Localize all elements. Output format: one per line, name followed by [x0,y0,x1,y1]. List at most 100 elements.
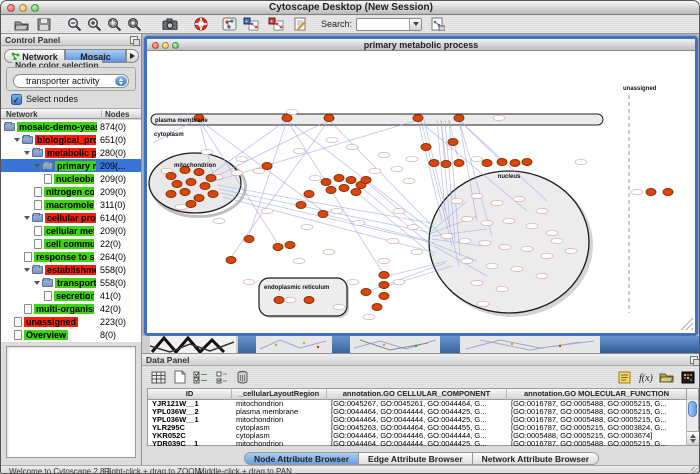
expand-arrow-icon[interactable] [24,151,30,155]
zoom-selected-icon[interactable] [106,16,123,32]
node[interactable] [213,218,225,223]
column-header[interactable]: annotation.GO MOLECULAR_FUNCTION [507,389,687,400]
node[interactable] [347,279,359,284]
node-highlighted[interactable] [379,282,389,289]
network-view-frame[interactable]: primary metabolic process plasma membran… [144,36,698,336]
node[interactable] [387,238,399,243]
node-highlighted[interactable] [497,159,507,166]
node[interactable] [286,109,298,114]
node-highlighted[interactable] [351,189,361,196]
node-highlighted[interactable] [273,244,283,251]
node[interactable] [551,238,563,243]
new-attr-icon[interactable] [171,369,188,385]
node[interactable] [363,314,375,319]
node[interactable] [391,166,403,171]
node[interactable] [369,168,381,173]
node-highlighted[interactable] [379,272,389,279]
node[interactable] [393,279,405,284]
node-highlighted[interactable] [262,163,272,170]
tree-row[interactable]: unassigned223(0) [1,315,141,328]
node[interactable] [541,253,553,258]
node[interactable] [503,218,515,223]
node[interactable] [491,200,503,205]
column-header[interactable]: _cellularLayoutRegion [232,389,327,400]
table-row[interactable]: YJR121W__1mitochondrion[GO:0045267, GO:0… [148,400,687,408]
node-highlighted[interactable] [304,191,314,198]
node[interactable] [546,230,558,235]
expand-arrow-icon[interactable] [34,281,40,285]
node[interactable] [353,220,365,225]
attr-table-icon[interactable] [150,369,167,385]
delete-attr-icon[interactable] [234,369,251,385]
node[interactable] [536,273,548,278]
frame-titlebar[interactable]: primary metabolic process [147,39,695,51]
select-attr-compact-icon[interactable] [213,369,230,385]
column-header[interactable]: annotation.GO CELLULAR_COMPONENT [327,389,507,400]
tree-row[interactable]: mosaic-demo-yeast874(0) [1,120,141,133]
table-row[interactable]: YPL036W__2plasma membrane[GO:0044464, GO… [148,408,687,416]
column-header-network[interactable]: Network [6,110,38,119]
tree-row[interactable]: Overview8(0) [1,328,141,341]
node-highlighted[interactable] [346,177,356,184]
node-highlighted[interactable] [361,289,371,296]
search-combobox[interactable] [356,18,422,31]
edit-nodes-icon[interactable]: + [242,16,259,32]
node-highlighted[interactable] [326,187,336,194]
node-highlighted[interactable] [296,202,306,209]
node-highlighted[interactable] [166,191,176,198]
node[interactable] [471,156,483,161]
node-highlighted[interactable] [646,189,656,196]
node-highlighted[interactable] [186,179,196,186]
tree-row[interactable]: secretion41(0) [1,289,141,302]
search-dropdown-button[interactable] [409,19,421,30]
scrollbar-thumb[interactable] [688,401,697,417]
open-session-icon[interactable] [13,16,30,32]
node[interactable] [378,152,390,157]
select-nodes-checkbox[interactable]: ✓ [11,94,22,105]
expand-arrow-icon[interactable] [24,216,30,220]
save-session-icon[interactable] [35,16,52,32]
node[interactable] [333,304,345,309]
tree-row[interactable]: cellular metabol209(0) [1,224,141,237]
tree-row[interactable]: primary metabol209(... [1,159,141,172]
node[interactable] [521,246,533,251]
node[interactable] [486,263,498,268]
node-highlighted[interactable] [429,160,439,167]
node[interactable] [575,159,587,164]
node[interactable] [284,297,296,302]
tree-row[interactable]: establishment of lo558(0) [1,263,141,276]
import-network-icon[interactable] [429,16,446,32]
node[interactable] [499,244,511,249]
node-highlighted[interactable] [339,185,349,192]
tree-row[interactable]: response to stimulu264(0) [1,250,141,263]
canvas-resize-grip[interactable] [681,318,693,330]
node[interactable] [293,148,305,153]
expand-arrow-icon[interactable] [34,164,40,168]
node-highlighted[interactable] [510,160,520,167]
node[interactable] [477,301,489,306]
node[interactable] [471,280,483,285]
help-ring-icon[interactable] [192,16,209,32]
node[interactable] [231,170,243,175]
background-window-fragments[interactable] [142,336,700,353]
node[interactable] [346,144,358,149]
node[interactable] [393,208,405,213]
scrollbar-arrows[interactable] [687,431,699,445]
node[interactable] [378,258,390,263]
node-highlighted[interactable] [200,183,210,190]
node-highlighted[interactable] [324,115,334,122]
node[interactable] [403,178,415,183]
node[interactable] [451,198,463,203]
network-view-icon[interactable] [221,16,238,32]
tree-row[interactable]: cellular process614(0) [1,211,141,224]
zoom-out-icon[interactable] [66,16,83,32]
zoom-fit-icon[interactable] [126,16,143,32]
node-highlighted[interactable] [282,115,292,122]
table-row[interactable]: YDR039C__1mitochondrion[GO:0044464, GO:0… [148,440,687,446]
expand-arrow-icon[interactable] [24,268,30,272]
tree-row[interactable]: multi-organism pro42(0) [1,302,141,315]
node[interactable] [411,249,423,254]
node[interactable] [175,204,187,209]
canvas-resize-grip[interactable] [691,328,693,330]
node[interactable] [326,137,338,142]
